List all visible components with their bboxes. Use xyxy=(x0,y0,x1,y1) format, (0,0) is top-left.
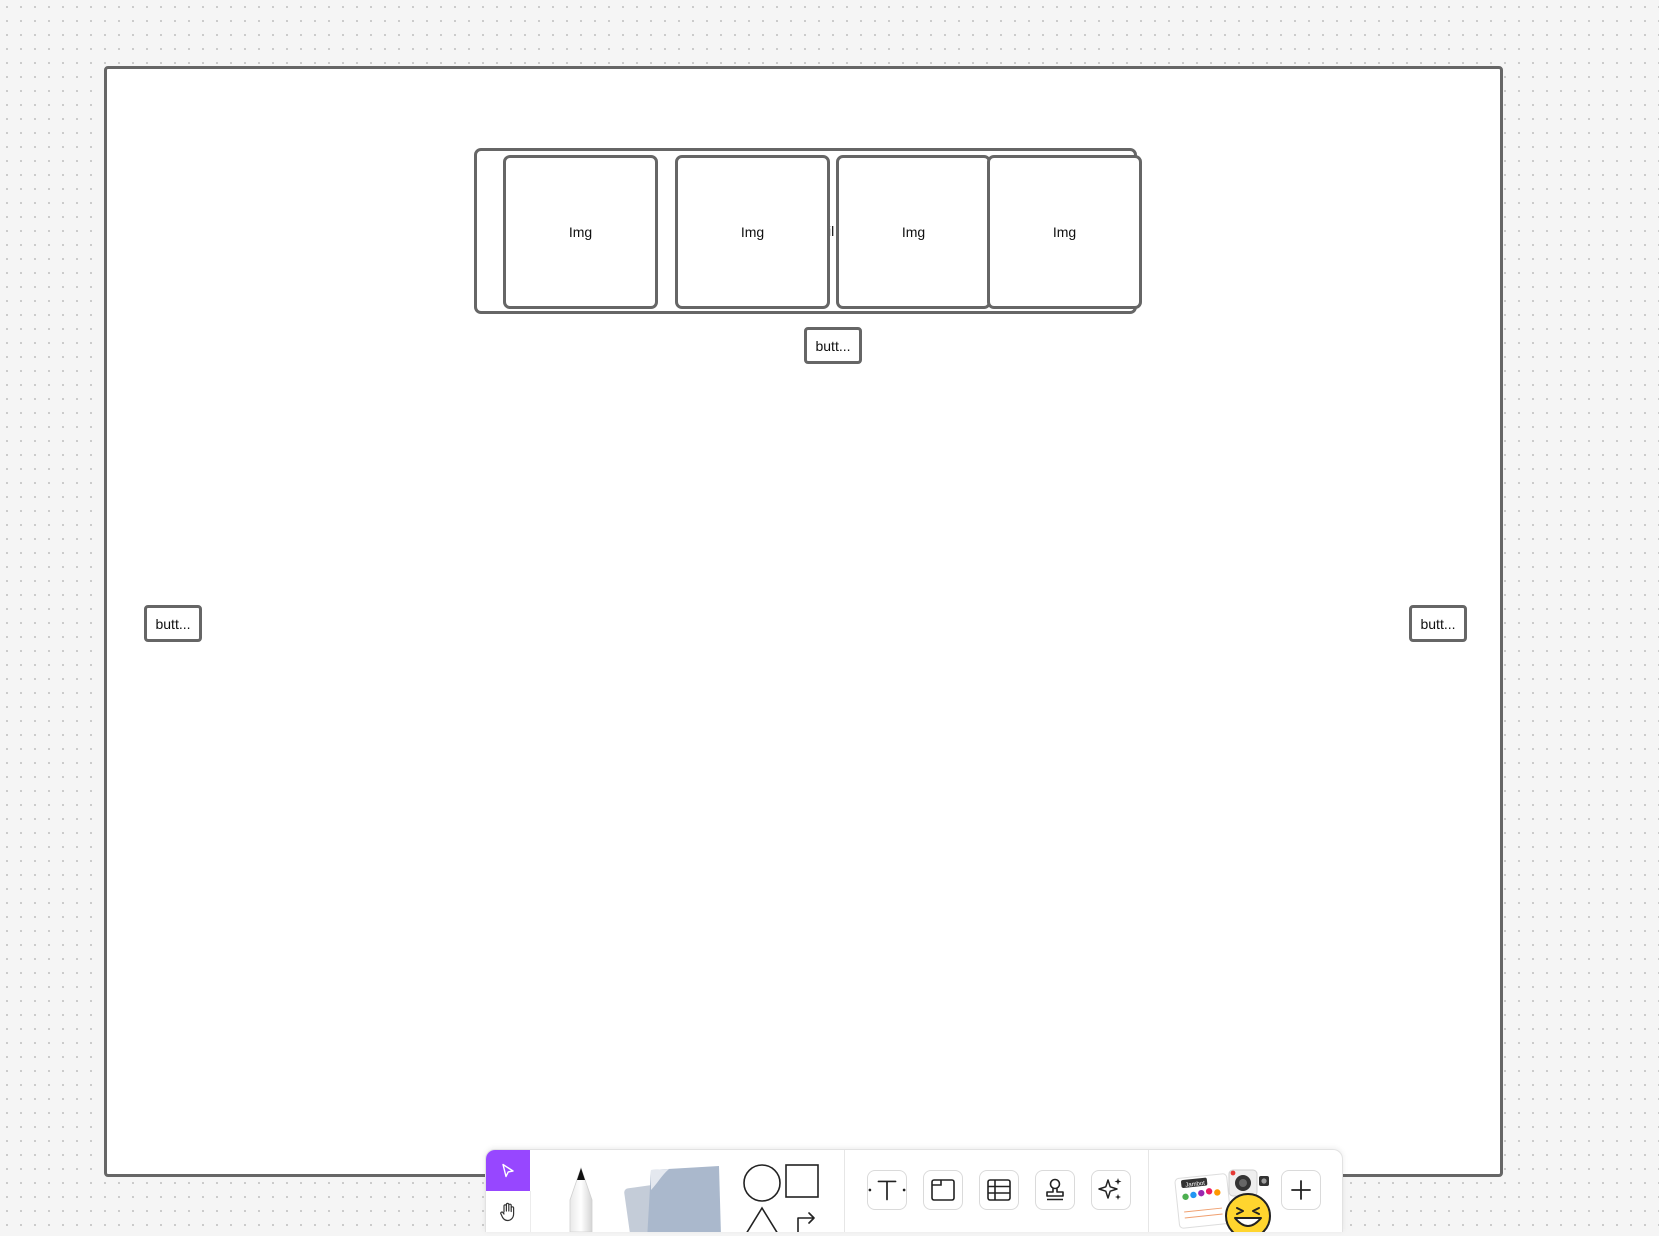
pen-icon xyxy=(569,1166,593,1232)
shapes-icon xyxy=(743,1164,819,1232)
sticky-note-tool-button[interactable] xyxy=(621,1150,726,1232)
hand-tool-button[interactable] xyxy=(486,1191,531,1232)
table-tool-button[interactable] xyxy=(979,1170,1019,1210)
image-label: Img xyxy=(568,224,593,240)
text-tool-button[interactable] xyxy=(867,1170,907,1210)
section-tool-button[interactable] xyxy=(923,1170,963,1210)
toolbar-divider xyxy=(1148,1150,1149,1232)
ai-tool-button[interactable] xyxy=(1091,1170,1131,1210)
pen-tool-button[interactable] xyxy=(551,1150,611,1232)
carousel-next-button[interactable]: butt... xyxy=(1409,605,1467,642)
button-label: butt... xyxy=(815,337,851,354)
bottom-toolbar: Jambot xyxy=(485,1149,1343,1232)
select-tool-button[interactable] xyxy=(486,1150,530,1191)
widgets-tool-button[interactable]: Jambot xyxy=(1163,1150,1283,1232)
image-label: Img xyxy=(901,224,926,240)
stamp-tool-button[interactable] xyxy=(1035,1170,1075,1210)
button-label: butt... xyxy=(155,615,191,632)
toolbar-divider xyxy=(844,1150,845,1232)
image-placeholder[interactable]: Img xyxy=(836,155,991,309)
plus-icon xyxy=(1291,1180,1311,1200)
widgets-icon: Jambot xyxy=(1174,1169,1271,1232)
section-icon xyxy=(931,1179,955,1201)
shapes-tool-button[interactable] xyxy=(736,1150,831,1232)
hand-icon xyxy=(500,1202,515,1221)
image-label: Img xyxy=(740,224,765,240)
cursor-arrow-icon xyxy=(502,1163,514,1177)
carousel-center-button[interactable]: butt... xyxy=(804,327,862,364)
carousel-prev-button[interactable]: butt... xyxy=(144,605,202,642)
image-placeholder[interactable]: Img xyxy=(675,155,830,309)
text-icon xyxy=(868,1180,906,1201)
table-icon xyxy=(987,1179,1011,1201)
sticky-note-icon xyxy=(624,1166,721,1232)
button-label: butt... xyxy=(1420,615,1456,632)
stamp-icon xyxy=(1046,1178,1064,1201)
more-tools-button[interactable] xyxy=(1281,1170,1321,1210)
image-placeholder[interactable]: Img xyxy=(503,155,658,309)
sparkle-icon xyxy=(1098,1178,1122,1200)
image-placeholder[interactable]: Img xyxy=(987,155,1142,309)
image-label: Img xyxy=(1052,224,1077,240)
